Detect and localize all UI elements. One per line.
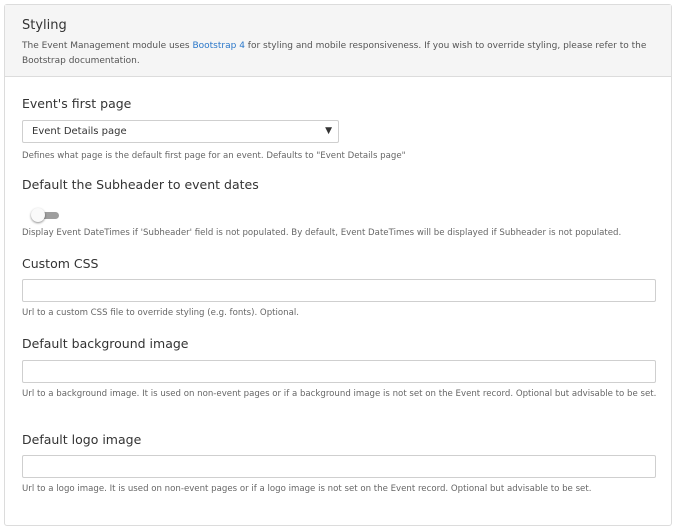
subheader-toggle[interactable] <box>31 208 61 222</box>
toggle-knob <box>31 208 45 222</box>
logo-image-label: Default logo image <box>22 432 142 447</box>
caret-down-icon: ▼ <box>325 126 332 136</box>
background-image-help: Url to a background image. It is used on… <box>22 389 657 399</box>
first-page-help: Defines what page is the default first p… <box>22 151 406 161</box>
panel-title: Styling <box>22 18 67 33</box>
first-page-selected-value: Event Details page <box>32 126 127 137</box>
logo-image-input[interactable] <box>22 455 656 478</box>
subheader-help: Display Event DateTimes if 'Subheader' f… <box>22 228 622 238</box>
first-page-select[interactable]: Event Details page ▼ <box>22 120 339 143</box>
logo-image-help: Url to a logo image. It is used on non-e… <box>22 484 592 494</box>
bootstrap-link[interactable]: Bootstrap 4 <box>192 41 244 51</box>
subheader-label: Default the Subheader to event dates <box>22 177 259 192</box>
custom-css-input[interactable] <box>22 279 656 302</box>
styling-panel: Styling The Event Management module uses… <box>4 4 672 526</box>
first-page-label: Event's first page <box>22 96 132 111</box>
custom-css-label: Custom CSS <box>22 256 99 271</box>
custom-css-help: Url to a custom CSS file to override sty… <box>22 308 299 318</box>
background-image-input[interactable] <box>22 360 656 383</box>
background-image-label: Default background image <box>22 336 189 351</box>
description-text-before: The Event Management module uses <box>22 41 193 51</box>
panel-header: Styling The Event Management module uses… <box>5 5 671 77</box>
panel-description: The Event Management module uses Bootstr… <box>22 39 654 69</box>
